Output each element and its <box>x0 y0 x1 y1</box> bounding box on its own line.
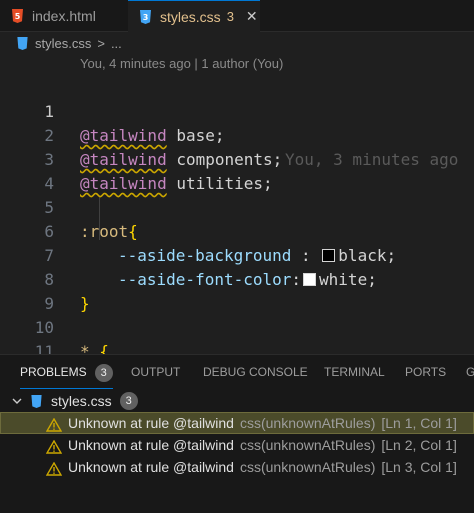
code-line: 8 } <box>0 244 474 313</box>
tab-debug-console[interactable]: DEBUG CONSOLE <box>203 355 308 389</box>
bottom-panel: PROBLEMS 3 OUTPUT DEBUG CONSOLE TERMINAL … <box>0 354 474 513</box>
code-line: 6 --aside-background : black; <box>0 196 474 265</box>
tab-problems[interactable]: PROBLEMS 3 <box>20 355 113 389</box>
tab-label: index.html <box>32 7 96 24</box>
problems-file-name: styles.css <box>51 393 112 409</box>
warning-icon <box>45 438 63 454</box>
code-line: 7 --aside-font-color: white; <box>0 220 474 289</box>
close-icon[interactable]: ✕ <box>246 8 258 25</box>
problem-message: Unknown at rule @tailwind <box>68 459 234 475</box>
problem-item[interactable]: Unknown at rule @tailwind css(unknownAtR… <box>0 456 474 478</box>
tab-index-html[interactable]: 5 index.html <box>0 0 129 31</box>
problem-source: css(unknownAtRules) <box>239 415 376 431</box>
problem-count-badge: 3 <box>119 392 138 410</box>
tab-label: styles.css <box>160 8 221 25</box>
svg-text:5: 5 <box>14 12 20 21</box>
problem-message: Unknown at rule @tailwind <box>68 415 234 431</box>
css3-icon <box>30 394 43 408</box>
code-line: 12 padding: 0 <box>0 340 474 354</box>
code-line: 1 @tailwind base; You, 3 minutes ago <box>0 76 474 169</box>
code-line: 9 <box>0 268 474 313</box>
problem-location: [Ln 3, Col 1] <box>381 459 457 475</box>
tab-terminal[interactable]: TERMINAL <box>324 355 385 389</box>
tab-label: PROBLEMS <box>20 365 87 379</box>
tab-styles-css[interactable]: 3 styles.css 3 ✕ <box>128 0 260 32</box>
problem-count-badge: 3 <box>94 364 113 382</box>
code-line: 5 :root{ <box>0 172 474 241</box>
code-editor[interactable]: 1 @tailwind base; You, 3 minutes ago 2 @… <box>0 74 474 354</box>
problem-source: css(unknownAtRules) <box>239 459 376 475</box>
chevron-down-icon[interactable] <box>12 396 24 406</box>
breadcrumb-file[interactable]: styles.css <box>35 36 91 51</box>
problem-item[interactable]: Unknown at rule @tailwind css(unknownAtR… <box>0 412 474 434</box>
tab-output[interactable]: OUTPUT <box>131 355 180 389</box>
editor-tab-bar: 5 index.html 3 styles.css 3 ✕ <box>0 0 474 32</box>
code-line: 2 @tailwind components; <box>0 100 474 169</box>
problem-message: Unknown at rule @tailwind <box>68 437 234 453</box>
tab-overflow[interactable]: G <box>466 355 474 389</box>
warning-icon <box>45 416 63 432</box>
warning-icon <box>45 460 63 476</box>
code-line: 4 <box>0 148 474 193</box>
panel-tab-bar: PROBLEMS 3 OUTPUT DEBUG CONSOLE TERMINAL … <box>0 355 474 389</box>
problem-source: css(unknownAtRules) <box>239 437 376 453</box>
problem-location: [Ln 2, Col 1] <box>381 437 457 453</box>
breadcrumb: styles.css > ... <box>0 32 474 54</box>
problem-item[interactable]: Unknown at rule @tailwind css(unknownAtR… <box>0 434 474 456</box>
git-blame-codelens[interactable]: You, 4 minutes ago | 1 author (You) <box>80 56 283 71</box>
css3-icon <box>16 36 29 50</box>
problem-location: [Ln 1, Col 1] <box>381 415 457 431</box>
tab-ports[interactable]: PORTS <box>405 355 446 389</box>
problem-count-badge: 3 <box>226 9 234 24</box>
code-line: 10 * { <box>0 292 474 354</box>
code-line: 11 margin: 0; <box>0 316 474 354</box>
svg-text:3: 3 <box>142 13 148 22</box>
css3-icon: 3 <box>138 9 152 24</box>
breadcrumb-more[interactable]: ... <box>111 36 122 51</box>
code-line: 3 @tailwind utilities; <box>0 124 474 193</box>
breadcrumb-separator: > <box>97 35 105 51</box>
html5-icon: 5 <box>10 8 24 23</box>
problems-file-group[interactable]: styles.css 3 <box>0 390 474 412</box>
